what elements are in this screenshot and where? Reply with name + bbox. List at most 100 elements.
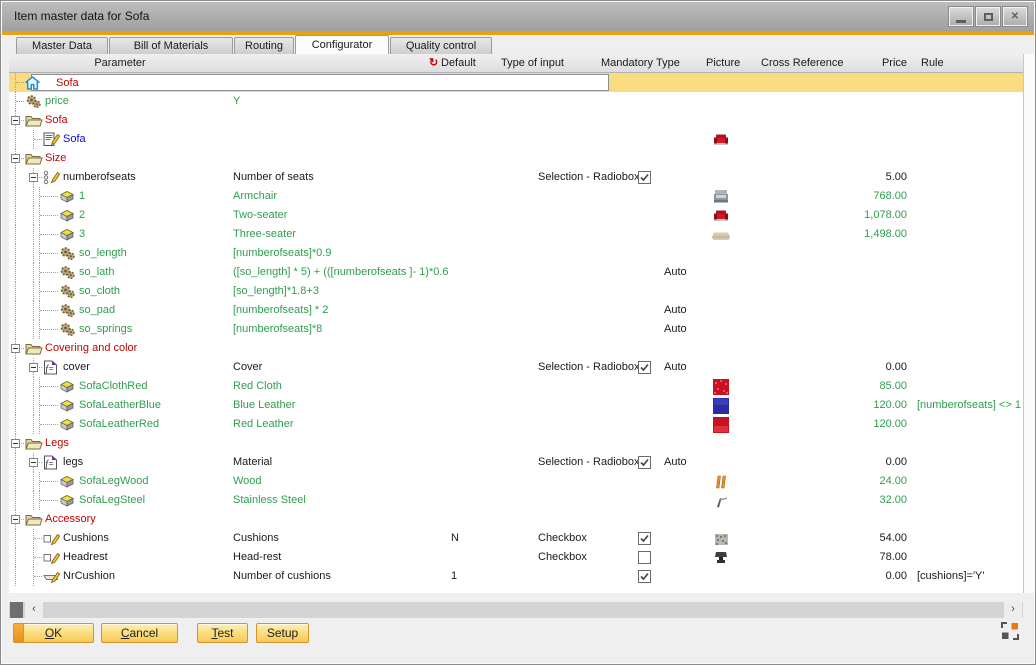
table-row[interactable]: f=legsMaterialSelection - RadioboxAuto0.… bbox=[9, 453, 1023, 472]
table-row[interactable]: Sofa bbox=[9, 130, 1023, 149]
description-value: Material bbox=[233, 453, 272, 472]
test-button[interactable]: Test bbox=[197, 623, 248, 643]
table-row[interactable]: Sofa bbox=[9, 111, 1023, 130]
setup-button[interactable]: Setup bbox=[256, 623, 309, 643]
tab-master-data[interactable]: Master Data bbox=[16, 37, 108, 54]
description-value: [so_length]*1.8+3 bbox=[233, 282, 319, 301]
headrest-picture bbox=[706, 548, 736, 567]
column-default[interactable]: Default bbox=[441, 54, 476, 72]
table-row[interactable]: numberofseatsNumber of seatsSelection - … bbox=[9, 168, 1023, 187]
expand-toggle[interactable] bbox=[11, 154, 20, 163]
column-type[interactable]: Type bbox=[656, 54, 680, 72]
table-row[interactable]: Accessory bbox=[9, 510, 1023, 529]
description-value: Stainless Steel bbox=[233, 491, 306, 510]
sofa-beige-picture bbox=[706, 225, 736, 244]
column-parameter[interactable]: Parameter bbox=[9, 54, 231, 72]
tree-guide bbox=[15, 244, 16, 263]
column-price[interactable]: Price bbox=[799, 54, 907, 72]
description-value: Red Leather bbox=[233, 415, 294, 434]
table-row[interactable]: 3Three-seater1,498.00 bbox=[9, 225, 1023, 244]
expand-toggle[interactable] bbox=[29, 363, 38, 372]
expand-toggle[interactable] bbox=[11, 439, 20, 448]
tab-bill-of-materials[interactable]: Bill of Materials bbox=[109, 37, 233, 54]
price-value: 85.00 bbox=[799, 377, 907, 396]
expand-toggle[interactable] bbox=[11, 515, 20, 524]
table-row[interactable]: so_lath([so_length] * 5) + (([numberofse… bbox=[9, 263, 1023, 282]
table-row[interactable]: SofaClothRedRed Cloth85.00 bbox=[9, 377, 1023, 396]
gears-icon bbox=[59, 265, 76, 280]
tree-guide bbox=[15, 130, 16, 149]
table-row[interactable]: SofaLegSteelStainless Steel32.00 bbox=[9, 491, 1023, 510]
description-value: [numberofseats] * 2 bbox=[233, 301, 328, 320]
vertical-scrollbar[interactable] bbox=[1023, 54, 1034, 593]
parameter-name: so_length bbox=[79, 244, 127, 263]
tab-routing[interactable]: Routing bbox=[234, 37, 294, 54]
table-row[interactable]: so_pad [numberofseats] * 2 Auto bbox=[9, 301, 1023, 320]
table-row[interactable]: so_length[numberofseats]*0.9 bbox=[9, 244, 1023, 263]
type-of-input-value: Checkbox bbox=[538, 529, 587, 548]
splitter-handle[interactable] bbox=[10, 602, 23, 618]
mandatory-checkbox[interactable] bbox=[638, 171, 651, 184]
minimize-icon[interactable] bbox=[949, 7, 973, 26]
maximize-icon[interactable] bbox=[976, 7, 1000, 26]
tree-guide bbox=[15, 472, 16, 491]
column-type-of-input[interactable]: Type of input bbox=[501, 54, 564, 72]
radio-edit-icon bbox=[43, 170, 60, 185]
mandatory-checkbox[interactable] bbox=[638, 361, 651, 374]
svg-text:f=: f= bbox=[46, 364, 55, 374]
cancel-button[interactable]: Cancel bbox=[101, 623, 178, 643]
gears-icon bbox=[59, 246, 76, 261]
table-row[interactable]: 2Two-seater1,078.00 bbox=[9, 206, 1023, 225]
parameter-name: NrCushion bbox=[63, 567, 115, 586]
table-row[interactable]: 1Armchair768.00 bbox=[9, 187, 1023, 206]
mandatory-checkbox[interactable] bbox=[638, 570, 651, 583]
scroll-left-icon[interactable]: ‹ bbox=[25, 602, 43, 618]
close-icon[interactable]: ✕ bbox=[1003, 7, 1027, 26]
table-row[interactable]: so_springs[numberofseats]*8Auto bbox=[9, 320, 1023, 339]
mandatory-checkbox[interactable] bbox=[638, 551, 651, 564]
parameter-name: Sofa bbox=[63, 130, 86, 149]
table-row[interactable]: SofaLegWoodWood24.00 bbox=[9, 472, 1023, 491]
column-picture[interactable]: Picture bbox=[706, 54, 740, 72]
expand-toggle[interactable] bbox=[11, 344, 20, 353]
expand-toggle[interactable] bbox=[29, 173, 38, 182]
table-row[interactable]: Legs bbox=[9, 434, 1023, 453]
column-rule[interactable]: Rule bbox=[921, 54, 944, 72]
table-row[interactable] bbox=[9, 73, 1023, 92]
table-row[interactable]: so_cloth[so_length]*1.8+3 bbox=[9, 282, 1023, 301]
parameter-edit-input[interactable] bbox=[31, 74, 609, 91]
horizontal-scrollbar[interactable]: ‹ › bbox=[9, 602, 1023, 618]
table-row[interactable]: CushionsCushionsNCheckbox54.00 bbox=[9, 529, 1023, 548]
type-value: Auto bbox=[664, 301, 687, 320]
parameter-name: Cushions bbox=[63, 529, 109, 548]
parameter-name: 3 bbox=[79, 225, 85, 244]
tree-guide bbox=[40, 253, 58, 254]
expand-toggle[interactable] bbox=[11, 116, 20, 125]
parameter-name: so_pad bbox=[79, 301, 115, 320]
expand-toggle[interactable] bbox=[29, 458, 38, 467]
table-row[interactable]: Covering and color bbox=[9, 339, 1023, 358]
refresh-icon: ↻ bbox=[429, 54, 438, 72]
gears-icon bbox=[59, 303, 76, 318]
table-row[interactable]: SofaLeatherBlueBlue Leather120.00[number… bbox=[9, 396, 1023, 415]
expand-form-icon[interactable] bbox=[1001, 622, 1019, 640]
table-row[interactable]: priceY bbox=[9, 92, 1023, 111]
ok-button[interactable]: OK bbox=[13, 623, 94, 643]
tab-configurator[interactable]: Configurator bbox=[295, 35, 389, 54]
tab-quality-control[interactable]: Quality control bbox=[390, 37, 492, 54]
parameter-name: SofaLegSteel bbox=[79, 491, 145, 510]
description-value: Number of seats bbox=[233, 168, 314, 187]
gears-icon bbox=[25, 94, 42, 109]
table-row[interactable]: Size bbox=[9, 149, 1023, 168]
table-row[interactable]: NrCushionNumber of cushions10.00[cushion… bbox=[9, 567, 1023, 586]
tree-guide bbox=[40, 196, 58, 197]
table-row[interactable]: SofaLeatherRedRed Leather120.00 bbox=[9, 415, 1023, 434]
mandatory-checkbox[interactable] bbox=[638, 456, 651, 469]
mandatory-checkbox[interactable] bbox=[638, 532, 651, 545]
steel-leg-picture bbox=[706, 491, 736, 510]
column-mandatory[interactable]: Mandatory bbox=[601, 54, 653, 72]
table-row[interactable]: f=coverCoverSelection - RadioboxAuto0.00 bbox=[9, 358, 1023, 377]
table-row[interactable]: HeadrestHead-restCheckbox78.00 bbox=[9, 548, 1023, 567]
tree-guide bbox=[40, 386, 58, 387]
scroll-right-icon[interactable]: › bbox=[1004, 602, 1022, 618]
